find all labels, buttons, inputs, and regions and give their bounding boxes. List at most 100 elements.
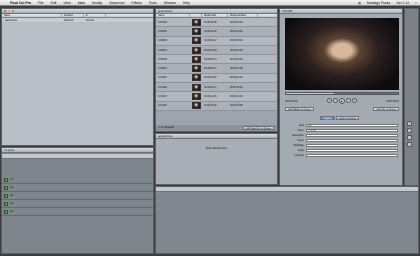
clip-thumbnail — [190, 65, 202, 73]
clip-thumbnail — [190, 27, 202, 35]
menu-edit[interactable]: Edit — [51, 1, 57, 5]
timeline-ruler[interactable] — [2, 154, 153, 159]
rewind-icon[interactable]: « — [327, 98, 332, 103]
selection-tool-icon[interactable]: ↖ — [407, 121, 412, 126]
log-field-input[interactable] — [306, 148, 398, 153]
clip-media-start: 01:08:36:08 — [204, 20, 217, 24]
log-field-input[interactable] — [306, 138, 398, 143]
clip-name: CO1109 — [158, 104, 167, 108]
track-visibility-icon[interactable] — [4, 185, 8, 190]
timeline-track[interactable]: A1 — [2, 184, 153, 192]
transport-controls: 00:00:00:00 « ‹ ▶ › » 00:00:05:22 — [285, 97, 399, 105]
clip-media-duration: 00:00:03:21 — [230, 29, 243, 33]
close-icon[interactable] — [4, 9, 7, 13]
timeline-track[interactable]: A2 — [2, 192, 153, 200]
clip-name: CO0048 — [158, 57, 167, 61]
clip-thumbnail — [190, 74, 202, 82]
table-row[interactable]: CO1109 01:09:16:16 00:00:03:08 — [156, 101, 277, 111]
add-marker-button[interactable]: Add Marker to Queue — [285, 107, 314, 111]
fast-forward-icon[interactable]: » — [352, 98, 357, 103]
column-media-start[interactable]: Media Start — [202, 14, 228, 17]
table-row[interactable]: CO1103 01:09:12:15 00:00:04:01 — [156, 92, 277, 102]
bin-footer: 1 of 1 selected Add Selection to Queue — [156, 125, 277, 131]
log-field-input[interactable] — [306, 153, 398, 158]
timeline-track[interactable]: A4 — [2, 208, 153, 216]
menu-effects[interactable]: Effects — [132, 1, 142, 5]
logging-tabs: Logging Capture Settings — [320, 116, 360, 120]
column-thumbnail — [190, 14, 202, 17]
menu-view[interactable]: View — [63, 1, 70, 5]
track-label: A3 — [10, 202, 13, 205]
menu-window[interactable]: Window — [164, 1, 176, 5]
track-label: V1 — [10, 178, 13, 181]
play-icon[interactable]: ▶ — [339, 98, 345, 104]
browser-item-in: Not Set — [86, 18, 94, 22]
column-media-duration[interactable]: Media Duration — [228, 14, 258, 17]
menu-tools[interactable]: Tools — [149, 1, 157, 5]
menu-help[interactable]: Help — [183, 1, 190, 5]
step-back-icon[interactable]: ‹ — [333, 98, 338, 103]
log-field: Log Note — [284, 153, 398, 158]
column-name[interactable]: Name — [2, 14, 62, 17]
table-row[interactable]: CO1096 01:09:06:17 00:00:05:22 — [156, 83, 277, 93]
log-field-label: Name — [297, 129, 304, 132]
log-field-label: Description — [292, 134, 304, 137]
column-in[interactable]: In — [84, 14, 106, 17]
browser-panel: Name Duration In appleshrine 00:00:12 No… — [1, 8, 154, 146]
table-row[interactable]: CO0054 01:08:58:17 00:00:04:09 — [156, 64, 277, 74]
volume-icon[interactable]: ◂) — [358, 1, 361, 5]
table-row[interactable]: CO0042 01:08:49:19 00:00:02:18 — [156, 45, 277, 56]
clip-media-start: 01:09:06:17 — [204, 85, 217, 89]
add-selection-button[interactable]: Add Selection to Queue — [242, 126, 274, 130]
menu-modify[interactable]: Modify — [92, 1, 102, 5]
timeline-track[interactable]: A3 — [2, 200, 153, 208]
clip-media-start: 01:09:03:02 — [204, 76, 217, 80]
track-visibility-icon[interactable] — [4, 193, 8, 198]
timeline-ruler-extension[interactable] — [156, 187, 418, 192]
timeline-title: Timeline — [4, 148, 15, 152]
column-duration[interactable]: Duration — [62, 14, 84, 17]
add-clip-button[interactable]: Add Clip to Queue — [373, 107, 399, 111]
table-row[interactable]: CO1091 01:09:03:02 00:00:03:15 — [156, 73, 277, 84]
zoom-icon[interactable] — [11, 9, 15, 13]
tab-capture-settings[interactable]: Capture Settings — [335, 116, 360, 120]
drop-media-label[interactable]: Drop Media Here — [156, 146, 277, 150]
clip-thumbnail — [190, 93, 202, 101]
menu-sequence[interactable]: Sequence — [109, 1, 124, 5]
hand-tool-icon[interactable]: ✋ — [407, 142, 412, 147]
log-field-input[interactable] — [306, 133, 398, 138]
timeline-track[interactable]: V1 — [2, 176, 153, 184]
clip-thumbnail — [190, 55, 202, 63]
minimize-icon[interactable] — [7, 9, 11, 13]
table-row[interactable]: CO0030 01:08:40:20 00:00:03:21 — [156, 27, 277, 37]
bin-title: appleshrine — [158, 9, 173, 13]
clip-media-start: 01:08:44:17 — [204, 39, 217, 43]
video-preview[interactable] — [285, 18, 399, 90]
spotlight-icon[interactable]: ⌕ — [415, 1, 417, 5]
clock: Jun 2 12 — [396, 0, 410, 5]
browser-item-name: appleshrine — [5, 18, 18, 22]
selection-status: 1 of 1 selected — [159, 127, 174, 129]
step-forward-icon[interactable]: › — [346, 98, 351, 103]
table-row[interactable]: CO0036 01:08:44:17 00:00:05:02 — [156, 36, 277, 46]
track-visibility-icon[interactable] — [4, 209, 8, 214]
zoom-tool-icon[interactable]: ⌕ — [407, 135, 412, 140]
track-visibility-icon[interactable] — [4, 177, 8, 182]
tab-logging[interactable]: Logging — [320, 116, 335, 120]
table-row[interactable]: CO0028 01:08:36:08 00:00:04:12 — [156, 18, 277, 28]
timecode-duration: 00:00:05:22 — [386, 99, 399, 103]
app-menu[interactable]: Final Cut Pro — [10, 1, 31, 5]
table-row[interactable]: CO0048 01:08:52:13 00:00:06:04 — [156, 55, 277, 65]
column-name[interactable]: Name — [156, 14, 190, 17]
log-field-input[interactable]: 001 — [306, 123, 398, 128]
clip-media-start: 01:09:16:16 — [204, 104, 217, 108]
log-field-input[interactable] — [306, 143, 398, 148]
user-menu[interactable]: Santiago Prada — [367, 1, 390, 5]
track-visibility-icon[interactable] — [4, 201, 8, 206]
menu-mark[interactable]: Mark — [78, 1, 86, 5]
scrubber-bar[interactable] — [285, 92, 399, 95]
razor-tool-icon[interactable]: ✂ — [407, 128, 412, 133]
log-field-input[interactable]: CO1109 — [306, 128, 398, 133]
menu-file[interactable]: File — [38, 1, 43, 5]
list-item[interactable]: appleshrine 00:00:12 Not Set — [2, 18, 153, 22]
